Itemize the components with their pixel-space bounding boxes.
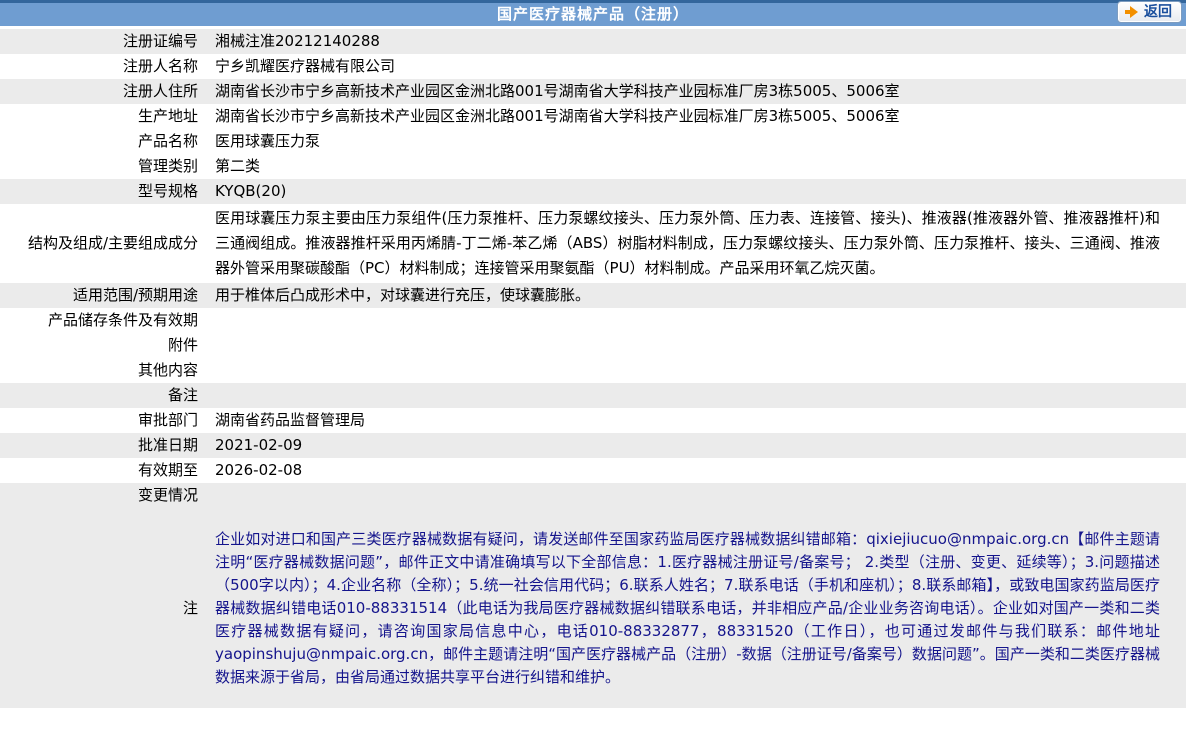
row-label: 注册证编号: [122, 32, 198, 50]
row-label: 管理类别: [137, 157, 198, 175]
row-value: 湘械注准20212140288: [215, 32, 380, 50]
row-label: 附件: [167, 336, 198, 354]
back-button-label: 返回: [1144, 4, 1172, 20]
back-button[interactable]: 返回: [1117, 1, 1182, 23]
table-row: 注册人住所 湖南省长沙市宁乡高新技术产业园区金洲北路001号湖南省大学科技产业园标…: [0, 79, 1186, 104]
row-value: 医用球囊压力泵主要由压力泵组件(压力泵推杆、压力泵螺纹接头、压力泵外筒、压力表、…: [215, 209, 1160, 277]
table-row: 批准日期 2021-02-09: [0, 433, 1186, 458]
row-label: 注册人住所: [122, 82, 198, 100]
row-value: 医用球囊压力泵: [215, 132, 321, 150]
row-value: 2021-02-09: [215, 436, 303, 454]
table-row: 适用范围/预期用途 用于椎体后凸成形术中，对球囊进行充压，使球囊膨胀。: [0, 283, 1186, 308]
row-value: 宁乡凯耀医疗器械有限公司: [215, 57, 396, 75]
row-label: 备注: [167, 386, 198, 404]
row-label: 注册人名称: [122, 57, 198, 75]
page-title: 国产医疗器械产品（注册）: [496, 5, 689, 23]
table-row: 注册人名称 宁乡凯耀医疗器械有限公司: [0, 54, 1186, 79]
row-label: 产品储存条件及有效期: [47, 311, 198, 329]
row-label: 批准日期: [137, 436, 198, 454]
table-row: 管理类别 第二类: [0, 154, 1186, 179]
table-row: 生产地址 湖南省长沙市宁乡高新技术产业园区金洲北路001号湖南省大学科技产业园标准…: [0, 104, 1186, 129]
page: 国产医疗器械产品（注册） 返回 注册证编号 湘械注准20212140288 注册人名…: [0, 0, 1186, 708]
row-value: 第二类: [215, 157, 261, 175]
row-label: 结构及组成/主要组成成分: [27, 234, 198, 252]
row-label: 变更情况: [137, 486, 198, 504]
table-row: 备注: [0, 383, 1186, 408]
row-label: 注: [182, 598, 198, 617]
table-row: 型号规格 KYQB(20): [0, 179, 1186, 204]
row-value: 2026-02-08: [215, 461, 303, 479]
table-row: 其他内容: [0, 358, 1186, 383]
back-arrow-icon: [1125, 6, 1138, 18]
row-value: 湖南省长沙市宁乡高新技术产业园区金洲北路001号湖南省大学科技产业园标准厂房3栋…: [215, 107, 900, 125]
row-value: 企业如对进口和国产三类医疗器械数据有疑问，请发送邮件至国家药监局医疗器械数据纠错…: [215, 529, 1160, 686]
row-label: 有效期至: [137, 461, 198, 479]
row-value: 湖南省药品监督管理局: [215, 411, 366, 429]
table-row: 变更情况: [0, 483, 1186, 508]
row-label: 生产地址: [137, 107, 198, 125]
table-row: 结构及组成/主要组成成分 医用球囊压力泵主要由压力泵组件(压力泵推杆、压力泵螺纹接…: [0, 204, 1186, 283]
row-label: 适用范围/预期用途: [72, 286, 198, 304]
row-value: 湖南省长沙市宁乡高新技术产业园区金洲北路001号湖南省大学科技产业园标准厂房3栋…: [215, 82, 900, 100]
row-label: 产品名称: [137, 132, 198, 150]
detail-table: 注册证编号 湘械注准20212140288 注册人名称 宁乡凯耀医疗器械有限公司 注册人…: [0, 29, 1186, 708]
row-label: 审批部门: [137, 411, 198, 429]
header-bar: 国产医疗器械产品（注册） 返回: [0, 0, 1186, 26]
table-row: 产品储存条件及有效期: [0, 308, 1186, 333]
row-value: KYQB(20): [215, 182, 287, 200]
row-label: 其他内容: [137, 361, 198, 379]
table-row: 注企业如对进口和国产三类医疗器械数据有疑问，请发送邮件至国家药监局医疗器械数据纠…: [0, 508, 1186, 708]
table-row: 注册证编号 湘械注准20212140288: [0, 29, 1186, 54]
table-row: 附件: [0, 333, 1186, 358]
row-value: 用于椎体后凸成形术中，对球囊进行充压，使球囊膨胀。: [215, 286, 591, 304]
row-label: 型号规格: [137, 182, 198, 200]
table-row: 有效期至 2026-02-08: [0, 458, 1186, 483]
table-row: 产品名称 医用球囊压力泵: [0, 129, 1186, 154]
table-row: 审批部门 湖南省药品监督管理局: [0, 408, 1186, 433]
